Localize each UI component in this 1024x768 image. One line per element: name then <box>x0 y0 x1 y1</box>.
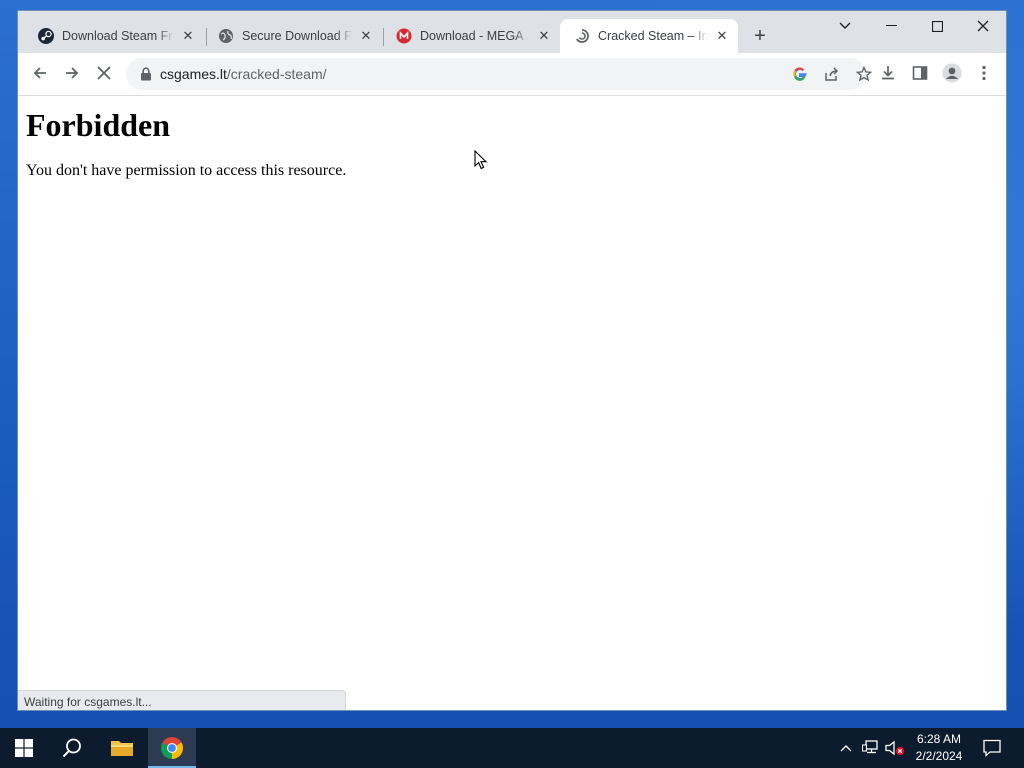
arrow-right-icon <box>66 67 79 79</box>
tab-title: Cracked Steam – Install <box>598 29 708 43</box>
side-panel-button[interactable] <box>906 59 934 87</box>
minimize-icon <box>885 25 897 26</box>
profile-button[interactable] <box>938 59 966 87</box>
lock-icon[interactable] <box>138 66 154 82</box>
status-bubble: Waiting for csgames.lt... <box>18 690 346 710</box>
close-icon[interactable]: ✕ <box>536 28 552 44</box>
mouse-cursor-icon <box>474 150 488 170</box>
minimize-button[interactable] <box>868 11 914 41</box>
url-text[interactable]: csgames.lt/cracked-steam/ <box>160 66 327 82</box>
taskbar-clock[interactable]: 6:28 AM 2/2/2024 <box>908 731 970 765</box>
browser-toolbar: csgames.lt/cracked-steam/ <box>18 53 1006 96</box>
clock-time: 6:28 AM <box>916 732 962 746</box>
arrow-left-icon <box>33 67 46 79</box>
start-button[interactable] <box>0 728 48 768</box>
tab-strip: Download Steam Free ✕ Secure Download Fi… <box>18 11 1006 53</box>
back-button[interactable] <box>26 59 54 87</box>
file-explorer-button[interactable] <box>98 728 146 768</box>
network-icon <box>862 740 878 754</box>
search-icon <box>62 738 81 758</box>
volume-button[interactable] <box>884 728 906 768</box>
google-icon <box>793 67 807 81</box>
close-icon <box>977 20 989 32</box>
address-bar[interactable]: csgames.lt/cracked-steam/ <box>126 58 872 90</box>
side-panel-icon <box>912 66 928 80</box>
clock-date: 2/2/2024 <box>915 749 963 763</box>
close-window-button[interactable] <box>960 11 1006 41</box>
star-icon <box>856 66 872 82</box>
tab-title: Download Steam Free <box>62 29 174 43</box>
kebab-menu-icon <box>982 65 986 81</box>
loading-icon <box>574 28 590 44</box>
share-icon <box>825 67 839 81</box>
notification-icon <box>983 739 1001 757</box>
page-content: Forbidden You don't have permission to a… <box>18 96 1006 710</box>
taskbar: 6:28 AM 2/2/2024 <box>0 728 1024 768</box>
close-icon[interactable]: ✕ <box>358 28 374 44</box>
tab-secure-download[interactable]: Secure Download File ✕ <box>204 19 382 53</box>
mega-icon <box>396 28 412 44</box>
google-lens-button[interactable] <box>786 60 814 88</box>
volume-muted-icon <box>885 740 904 756</box>
menu-button[interactable] <box>970 59 998 87</box>
chrome-taskbar-button[interactable] <box>148 728 196 768</box>
tab-download-steam[interactable]: Download Steam Free ✕ <box>24 19 204 53</box>
globe-icon <box>218 28 234 44</box>
windows-logo-icon <box>15 739 33 757</box>
steam-icon <box>38 28 54 44</box>
url-host: csgames.lt <box>160 66 227 82</box>
action-center-button[interactable] <box>976 728 1008 768</box>
url-path: /cracked-steam/ <box>226 66 327 82</box>
search-button[interactable] <box>48 728 96 768</box>
network-button[interactable] <box>860 728 882 768</box>
tab-cracked-steam[interactable]: Cracked Steam – Install ✕ <box>560 19 738 53</box>
folder-icon <box>111 741 133 756</box>
avatar-icon <box>942 63 962 83</box>
maximize-button[interactable] <box>914 11 960 41</box>
page-heading: Forbidden <box>26 107 171 143</box>
close-icon[interactable]: ✕ <box>180 28 196 44</box>
browser-window: Download Steam Free ✕ Secure Download Fi… <box>17 10 1007 711</box>
maximize-icon <box>931 20 943 32</box>
chevron-down-icon <box>839 22 851 29</box>
close-icon[interactable]: ✕ <box>714 28 730 44</box>
stop-loading-button[interactable] <box>90 59 118 87</box>
error-message: You don't have permission to access this… <box>26 162 347 179</box>
tab-title: Secure Download File <box>242 29 352 43</box>
share-button[interactable] <box>818 60 846 88</box>
show-hidden-icons-button[interactable] <box>836 728 856 768</box>
forward-button[interactable] <box>58 59 86 87</box>
stop-icon <box>97 66 111 80</box>
chrome-icon <box>161 737 183 759</box>
chevron-up-icon <box>840 745 852 752</box>
tab-search-button[interactable] <box>822 11 868 41</box>
new-tab-button[interactable]: + <box>748 24 772 48</box>
tab-title: Download - MEGA <box>420 29 524 43</box>
download-icon <box>882 66 894 80</box>
tab-mega[interactable]: Download - MEGA ✕ <box>382 19 560 53</box>
downloads-button[interactable] <box>874 59 902 87</box>
